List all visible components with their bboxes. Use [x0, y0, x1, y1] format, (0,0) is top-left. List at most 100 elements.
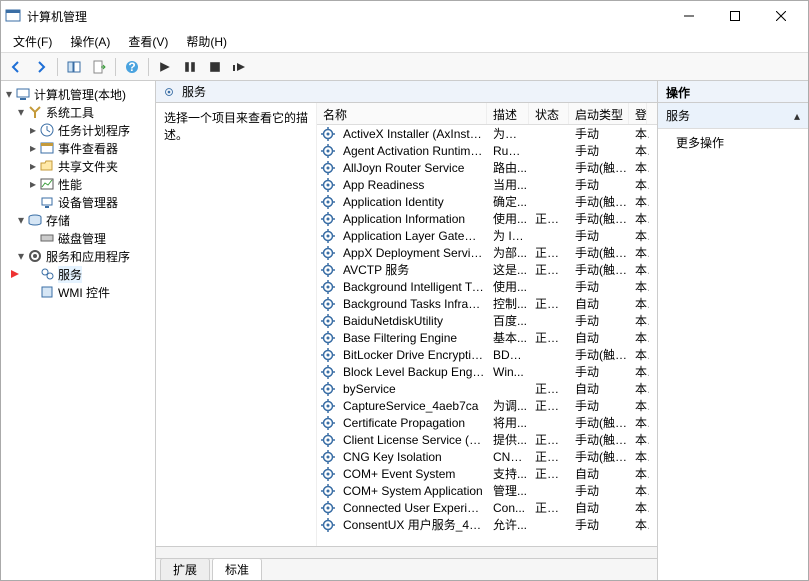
service-row[interactable]: byService正在...自动本 — [317, 380, 657, 397]
service-icon — [320, 432, 336, 448]
expander-icon[interactable]: ▾ — [15, 214, 27, 226]
tab-extended[interactable]: 扩展 — [160, 558, 210, 580]
service-icon — [320, 517, 336, 533]
service-row[interactable]: Application Layer Gateway ...为 In...手动本 — [317, 227, 657, 244]
cell-startup: 手动(触发... — [571, 159, 631, 176]
service-row[interactable]: ConsentUX 用户服务_4aeb...允许...手动本 — [317, 516, 657, 533]
back-button[interactable] — [5, 56, 27, 78]
list-header[interactable]: 名称 描述 状态 启动类型 登 — [317, 103, 657, 125]
service-row[interactable]: Block Level Backup Engine ...Win...手动本 — [317, 363, 657, 380]
column-status[interactable]: 状态 — [529, 103, 569, 124]
cell-startup: 手动 — [571, 125, 631, 142]
cell-status: 正在... — [531, 329, 571, 346]
actions-pane: 操作 服务 ▴ 更多操作 — [658, 81, 808, 580]
cell-name: App Readiness — [339, 178, 489, 192]
menu-help[interactable]: 帮助(H) — [178, 31, 235, 52]
service-row[interactable]: Connected User Experienc...Con...正在...自动… — [317, 499, 657, 516]
cell-startup: 手动 — [571, 278, 631, 295]
minimize-button[interactable] — [666, 1, 712, 31]
cell-name: Application Information — [339, 212, 489, 226]
service-icon — [320, 500, 336, 516]
service-row[interactable]: AllJoyn Router Service路由...手动(触发...本 — [317, 159, 657, 176]
tree-node-shared-folders[interactable]: ▸ 共享文件夹 — [3, 157, 153, 175]
column-name[interactable]: 名称 — [317, 103, 487, 124]
service-row[interactable]: COM+ Event System支持...正在...自动本 — [317, 465, 657, 482]
menu-view[interactable]: 查看(V) — [120, 31, 176, 52]
service-row[interactable]: Application Identity确定...手动(触发...本 — [317, 193, 657, 210]
restart-service-button[interactable] — [229, 56, 251, 78]
column-startup-type[interactable]: 启动类型 — [569, 103, 629, 124]
service-row[interactable]: AppX Deployment Service ...为部...正在...手动(… — [317, 244, 657, 261]
tree-node-wmi[interactable]: WMI 控件 — [3, 283, 153, 301]
cell-name: AllJoyn Router Service — [339, 161, 489, 175]
cell-status: 正在... — [531, 431, 571, 448]
tree-node-disk-management[interactable]: 磁盘管理 — [3, 229, 153, 247]
service-row[interactable]: Base Filtering Engine基本...正在...自动本 — [317, 329, 657, 346]
expander-icon[interactable]: ▾ — [3, 88, 15, 100]
show-hide-tree-button[interactable] — [63, 56, 85, 78]
tree-node-root[interactable]: ▾ 计算机管理(本地) — [3, 85, 153, 103]
tree-node-system-tools[interactable]: ▾ 系统工具 — [3, 103, 153, 121]
cell-startup: 自动 — [571, 465, 631, 482]
tree-node-task-scheduler[interactable]: ▸ 任务计划程序 — [3, 121, 153, 139]
cell-account: 本 — [631, 295, 649, 312]
tree-node-device-manager[interactable]: 设备管理器 — [3, 193, 153, 211]
column-logon-as[interactable]: 登 — [629, 103, 647, 124]
service-row[interactable]: ActiveX Installer (AxInstSV)为从 ...手动本 — [317, 125, 657, 142]
cell-desc: 为调... — [489, 397, 531, 414]
expander-icon[interactable]: ▸ — [27, 178, 39, 190]
expander-icon[interactable]: ▾ — [15, 250, 27, 262]
service-row[interactable]: Certificate Propagation将用...手动(触发...本 — [317, 414, 657, 431]
action-more-actions[interactable]: 更多操作 — [658, 129, 808, 156]
service-row[interactable]: CaptureService_4aeb7ca为调...正在...手动本 — [317, 397, 657, 414]
service-row[interactable]: COM+ System Application管理...手动本 — [317, 482, 657, 499]
expander-icon[interactable]: ▾ — [15, 106, 27, 118]
service-row[interactable]: Client License Service (Clip...提供...正在..… — [317, 431, 657, 448]
cell-desc: 将用... — [489, 414, 531, 431]
expander-icon[interactable]: ▸ — [27, 142, 39, 154]
menu-file[interactable]: 文件(F) — [5, 31, 60, 52]
detail-panel: 选择一个项目来查看它的描述。 — [156, 103, 316, 546]
maximize-button[interactable] — [712, 1, 758, 31]
stop-service-button[interactable] — [204, 56, 226, 78]
service-row[interactable]: Background Tasks Infrastru...控制...正在...自… — [317, 295, 657, 312]
navigation-tree[interactable]: ▾ 计算机管理(本地) ▾ 系统工具 ▸ 任务计划程序 ▸ 事件查看器 ▸ 共享… — [1, 81, 156, 580]
horizontal-scrollbar[interactable] — [156, 546, 657, 558]
actions-header: 操作 — [658, 81, 808, 103]
service-icon — [320, 347, 336, 363]
help-button[interactable]: ? — [121, 56, 143, 78]
tree-node-performance[interactable]: ▸ 性能 — [3, 175, 153, 193]
tree-node-services[interactable]: 服务 — [3, 265, 153, 283]
expander-icon[interactable]: ▸ — [27, 124, 39, 136]
service-icon — [320, 381, 336, 397]
export-list-button[interactable] — [88, 56, 110, 78]
cell-desc: BDE... — [489, 348, 531, 362]
service-icon — [320, 194, 336, 210]
service-row[interactable]: App Readiness当用...手动本 — [317, 176, 657, 193]
tree-node-event-viewer[interactable]: ▸ 事件查看器 — [3, 139, 153, 157]
service-icon — [320, 364, 336, 380]
cell-name: AppX Deployment Service ... — [339, 246, 489, 260]
menu-bar: 文件(F) 操作(A) 查看(V) 帮助(H) — [1, 31, 808, 53]
service-row[interactable]: Application Information使用...正在...手动(触发..… — [317, 210, 657, 227]
service-row[interactable]: BaiduNetdiskUtility百度...手动本 — [317, 312, 657, 329]
menu-action[interactable]: 操作(A) — [62, 31, 118, 52]
close-button[interactable] — [758, 1, 804, 31]
service-row[interactable]: AVCTP 服务这是...正在...手动(触发...本 — [317, 261, 657, 278]
actions-group-services[interactable]: 服务 ▴ — [658, 103, 808, 129]
tree-node-services-apps[interactable]: ▾ 服务和应用程序 — [3, 247, 153, 265]
pause-service-button[interactable] — [179, 56, 201, 78]
service-row[interactable]: Background Intelligent Tra...使用...手动本 — [317, 278, 657, 295]
column-description[interactable]: 描述 — [487, 103, 529, 124]
forward-button[interactable] — [30, 56, 52, 78]
service-row[interactable]: Agent Activation Runtime_...Runt...手动本 — [317, 142, 657, 159]
cell-account: 本 — [631, 448, 649, 465]
tab-standard[interactable]: 标准 — [212, 558, 262, 580]
start-service-button[interactable] — [154, 56, 176, 78]
service-row[interactable]: BitLocker Drive Encryption ...BDE...手动(触… — [317, 346, 657, 363]
services-list[interactable]: 名称 描述 状态 启动类型 登 ActiveX Installer (AxIns… — [316, 103, 657, 546]
cell-desc: 百度... — [489, 312, 531, 329]
service-row[interactable]: CNG Key IsolationCNG...正在...手动(触发...本 — [317, 448, 657, 465]
tree-node-storage[interactable]: ▾ 存储 — [3, 211, 153, 229]
expander-icon[interactable]: ▸ — [27, 160, 39, 172]
